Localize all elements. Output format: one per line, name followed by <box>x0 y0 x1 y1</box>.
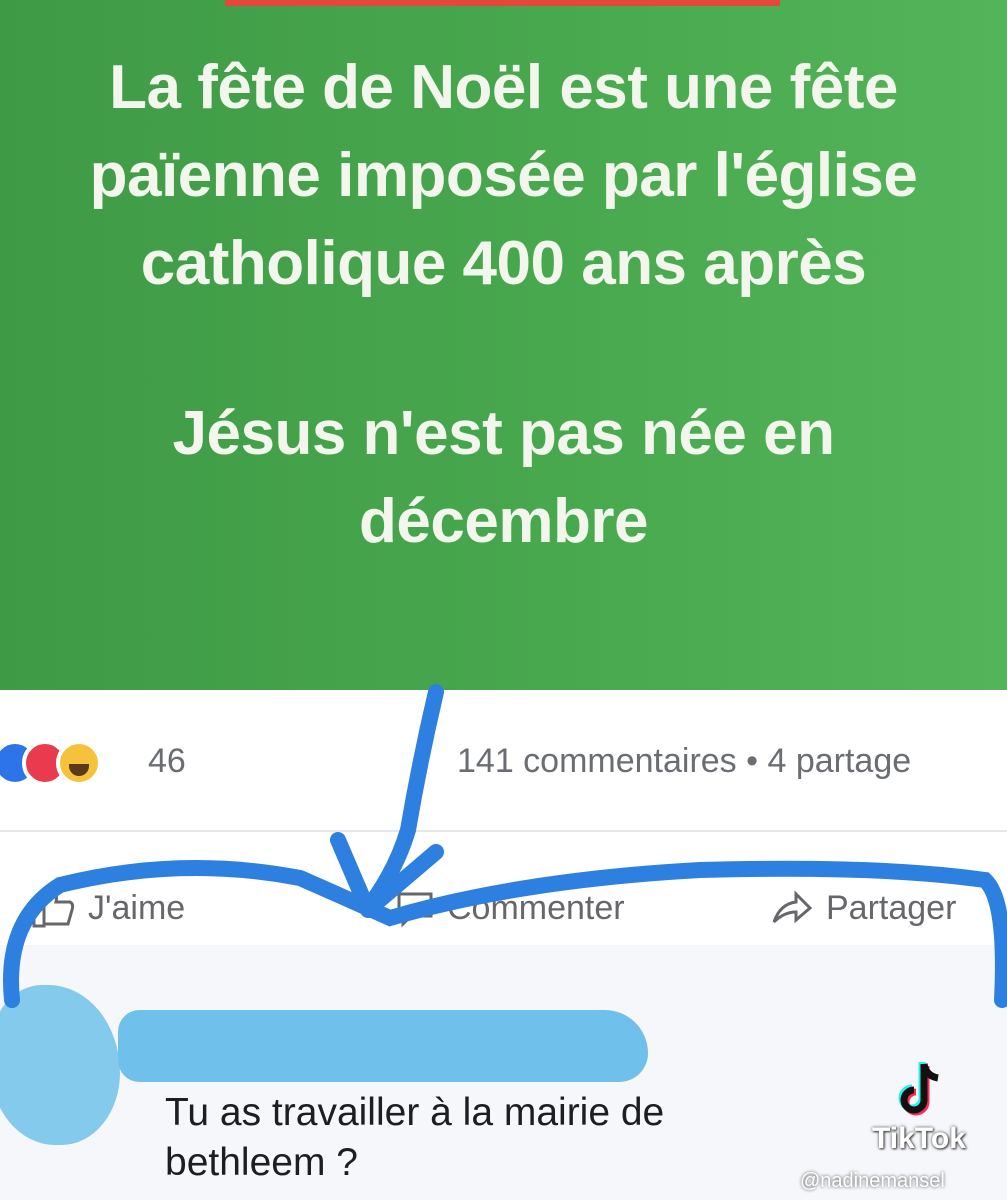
haha-icon <box>56 740 102 786</box>
tiktok-watermark: TikTok <box>872 1060 992 1156</box>
post-headline: La fête de Noël est une fête païenne imp… <box>89 53 918 298</box>
comments-shares-count[interactable]: 141 commentaires • 4 partage <box>457 742 911 781</box>
like-button[interactable]: J'aime <box>32 888 185 928</box>
post-subline: Jésus n'est pas née en décembre <box>172 399 835 556</box>
comment-button[interactable]: Commenter <box>395 888 625 928</box>
red-top-strip <box>225 0 780 6</box>
redacted-name[interactable] <box>118 1010 648 1082</box>
share-button[interactable]: Partager <box>770 888 956 928</box>
reaction-count[interactable]: 46 <box>148 742 186 781</box>
tiktok-logo-icon <box>898 1062 939 1116</box>
comment-button-label: Commenter <box>447 888 625 927</box>
tiktok-label: TikTok <box>872 1122 966 1155</box>
action-row: J'aime Commenter Partager <box>0 870 1007 940</box>
share-button-label: Partager <box>826 888 957 927</box>
comment-icon <box>397 892 433 928</box>
comment-text: Tu as travailler à la mairie de bethleem… <box>165 1091 665 1184</box>
thumbs-up-icon <box>32 890 75 928</box>
tiktok-handle: @nadinemansel <box>800 1170 945 1192</box>
post-image: La fête de Noël est une fête païenne imp… <box>0 0 1007 690</box>
divider <box>0 830 1007 832</box>
like-button-label: J'aime <box>88 888 186 927</box>
reaction-icons[interactable] <box>0 740 142 790</box>
share-icon <box>772 890 813 924</box>
